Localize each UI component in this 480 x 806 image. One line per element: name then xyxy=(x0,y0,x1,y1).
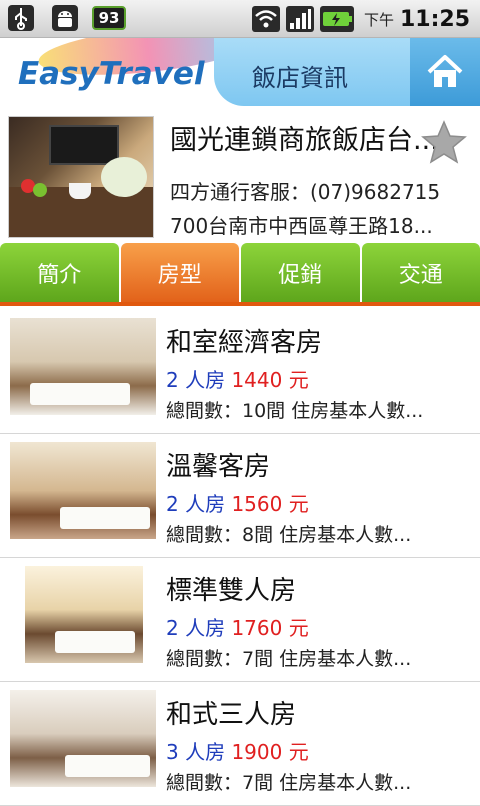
room-price: 3 人房 1900 元 xyxy=(166,736,309,765)
home-button[interactable] xyxy=(410,38,480,106)
room-price: 2 人房 1440 元 xyxy=(166,364,309,393)
hotel-phone[interactable]: 四方通行客服：(07)9682715 xyxy=(170,176,440,205)
page-title: 飯店資訊 xyxy=(252,58,348,93)
room-rate: 1900 元 xyxy=(231,740,308,764)
tab-transport[interactable]: 交通 xyxy=(362,243,480,302)
hotel-name: 國光連鎖商旅飯店台... xyxy=(170,118,462,157)
room-rate: 1560 元 xyxy=(231,492,308,516)
room-capacity: 2 人房 xyxy=(166,492,225,516)
room-name: 和式三人房 xyxy=(166,694,296,731)
room-capacity: 3 人房 xyxy=(166,740,225,764)
signal-icon xyxy=(286,6,314,32)
wifi-icon xyxy=(252,6,280,32)
list-item[interactable]: 和式三人房 3 人房 1900 元 總間數：7間 住房基本人數... xyxy=(0,682,480,806)
room-info: 總間數：10間 住房基本人數... xyxy=(166,396,468,423)
room-price: 2 人房 1760 元 xyxy=(166,612,309,641)
home-icon xyxy=(425,53,465,91)
room-photo xyxy=(10,690,156,787)
status-bar: 93 下午 11:25 xyxy=(0,0,480,38)
favorite-button[interactable] xyxy=(420,118,468,166)
tab-room-types[interactable]: 房型 xyxy=(121,243,240,302)
room-name: 溫馨客房 xyxy=(166,446,270,483)
room-photo xyxy=(10,318,156,415)
room-rate: 1440 元 xyxy=(231,368,308,392)
room-info: 總間數：7間 住房基本人數... xyxy=(166,644,468,671)
clock-ampm: 下午 xyxy=(364,9,394,30)
room-name: 和室經濟客房 xyxy=(166,322,322,359)
star-icon xyxy=(420,118,468,166)
room-capacity: 2 人房 xyxy=(166,616,225,640)
app-logo: EasyTravel xyxy=(18,56,205,92)
tab-intro[interactable]: 簡介 xyxy=(0,243,119,302)
android-debug-icon xyxy=(52,5,78,31)
usb-icon xyxy=(8,5,34,31)
status-right: 下午 11:25 xyxy=(252,0,470,38)
hotel-address: 700台南市中西區尊王路18... xyxy=(170,210,464,239)
room-name: 標準雙人房 xyxy=(166,570,296,607)
hotel-photo xyxy=(8,116,154,238)
room-price: 2 人房 1560 元 xyxy=(166,488,309,517)
room-list: 和室經濟客房 2 人房 1440 元 總間數：10間 住房基本人數... 溫馨客… xyxy=(0,310,480,806)
clock-time: 11:25 xyxy=(400,7,470,32)
list-item[interactable]: 和室經濟客房 2 人房 1440 元 總間數：10間 住房基本人數... xyxy=(0,310,480,434)
tab-promotions[interactable]: 促銷 xyxy=(241,243,360,302)
room-info: 總間數：7間 住房基本人數... xyxy=(166,768,468,795)
list-item[interactable]: 標準雙人房 2 人房 1760 元 總間數：7間 住房基本人數... xyxy=(0,558,480,682)
room-rate: 1760 元 xyxy=(231,616,308,640)
battery-level: 93 xyxy=(92,6,126,30)
tab-bar: 簡介 房型 促銷 交通 xyxy=(0,243,480,306)
room-capacity: 2 人房 xyxy=(166,368,225,392)
battery-charging-icon xyxy=(320,6,354,32)
app-header: EasyTravel 飯店資訊 xyxy=(0,38,480,106)
list-item[interactable]: 溫馨客房 2 人房 1560 元 總間數：8間 住房基本人數... xyxy=(0,434,480,558)
room-photo xyxy=(25,566,143,663)
room-info: 總間數：8間 住房基本人數... xyxy=(166,520,468,547)
room-photo xyxy=(10,442,156,539)
